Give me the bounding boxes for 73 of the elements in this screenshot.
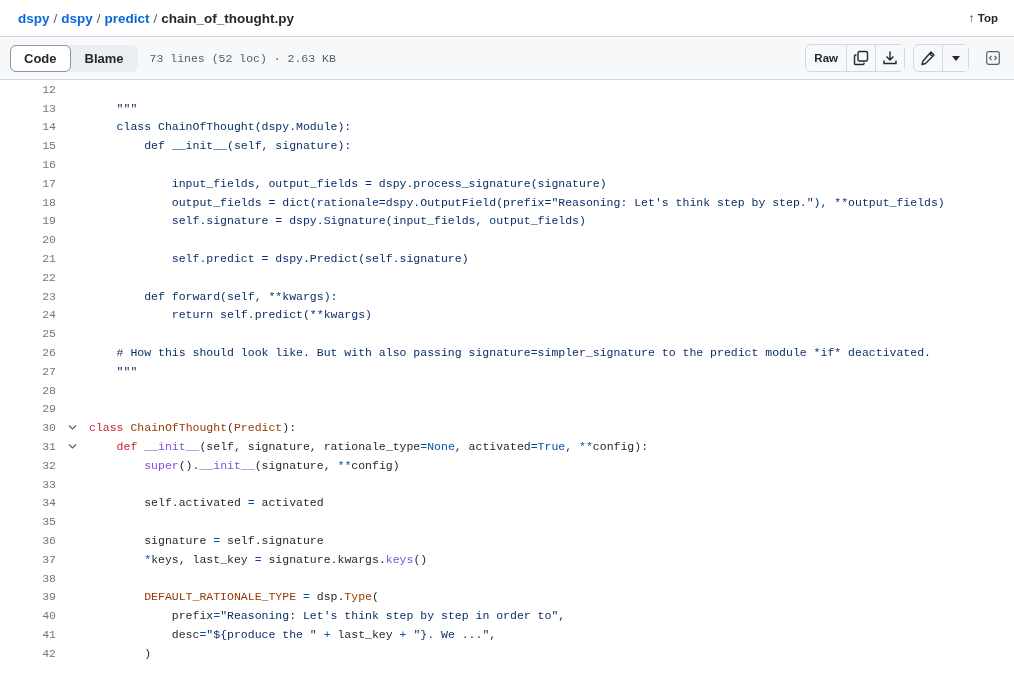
line-number: 32 xyxy=(41,458,56,472)
line-number: 16 xyxy=(41,158,56,172)
code-line: self.predict = dspy.Predict(self.signature) xyxy=(170,252,469,266)
line-number: 41 xyxy=(41,628,56,641)
code-line: def __init__(self, signature): xyxy=(143,139,352,153)
line-number: 40 xyxy=(41,609,56,623)
breadcrumb-separator: / xyxy=(153,10,158,26)
line-number: 15 xyxy=(41,139,56,153)
line-number: 35 xyxy=(41,515,56,529)
line-number: 42 xyxy=(41,646,56,660)
line-number: 39 xyxy=(41,590,56,604)
code-line: return self.predict(**kwargs) xyxy=(170,308,372,322)
caret-icon xyxy=(951,55,960,61)
code-line: """ xyxy=(115,364,138,378)
line-number: 29 xyxy=(41,402,56,416)
tab[interactable]: Blame xyxy=(70,44,138,72)
line-number: 17 xyxy=(41,176,56,190)
download-button[interactable] xyxy=(875,45,904,71)
code-line: ) xyxy=(143,646,152,660)
line-number: 33 xyxy=(41,477,56,491)
line-number: 21 xyxy=(41,252,56,266)
code-line: def __init__(self, signature, rationale_type=None, activated=True, **config): xyxy=(115,440,649,454)
breadcrumb-link[interactable]: predict xyxy=(104,10,150,26)
code-line: self.activated = activated xyxy=(143,496,324,510)
line-number: 31 xyxy=(41,440,56,454)
code-line: desc="${produce the " + last_key + "}. We ...", xyxy=(170,628,497,641)
line-number: 37 xyxy=(41,552,56,566)
pencil-icon xyxy=(920,50,936,66)
symbols-button[interactable] xyxy=(983,48,1003,68)
line-number: 30 xyxy=(41,421,56,435)
line-number: 20 xyxy=(41,233,56,247)
code-square-icon xyxy=(986,51,1000,65)
copy-icon xyxy=(853,50,869,66)
code-line: # How this should look like. But with also passing signature=simpler_signature to the predict module *if* deactivated. xyxy=(115,346,931,360)
line-number: 24 xyxy=(41,308,56,322)
breadcrumb-link[interactable]: dspy xyxy=(61,10,93,26)
code-line: self.signature = dspy.Signature(input_fields, output_fields) xyxy=(170,214,586,228)
file-name: chain_of_thought.py xyxy=(161,10,295,26)
line-number: 22 xyxy=(41,270,56,284)
line-number: 14 xyxy=(41,120,56,134)
line-number: 18 xyxy=(41,195,56,209)
line-number: 23 xyxy=(41,289,56,303)
code-line: class ChainOfThought(Predict): xyxy=(89,421,297,435)
code-line: signature = self.signature xyxy=(143,534,324,547)
line-number: 26 xyxy=(41,346,56,360)
line-number: 25 xyxy=(41,327,56,341)
code-line: class ChainOfThought(dspy.Module): xyxy=(115,120,352,134)
line-number: 28 xyxy=(41,383,56,397)
code-line: def forward(self, **kwargs): xyxy=(143,289,338,303)
line-number: 27 xyxy=(41,364,56,378)
breadcrumb-link[interactable]: dspy xyxy=(18,10,50,26)
top-link[interactable]: ↑ Top xyxy=(968,12,998,24)
code-line: input_fields, output_fields = dspy.process_signature(signature) xyxy=(170,176,607,190)
code-line: super().__init__(signature, **config) xyxy=(143,458,400,472)
code-line: output_fields = dict(rationale=dspy.OutputField(prefix="Reasoning: Let's think step by step."), **output_fields) xyxy=(170,195,945,209)
line-number: 12 xyxy=(41,82,56,96)
code-line: """ xyxy=(115,101,138,115)
code-line: DEFAULT_RATIONALE_TYPE = dsp.Type( xyxy=(143,590,379,604)
download-icon xyxy=(882,50,898,66)
code-line: prefix="Reasoning: Let's think step by step in order to", xyxy=(170,609,566,623)
breadcrumb-separator: / xyxy=(96,10,101,26)
line-number: 19 xyxy=(41,214,56,228)
line-number: 13 xyxy=(41,101,56,115)
breadcrumb-separator: / xyxy=(53,10,58,26)
file-info: 73 lines (52 loc) · 2.63 KB xyxy=(149,51,336,65)
more-edit-button[interactable] xyxy=(942,45,968,71)
code-line: *keys, last_key = signature.kwargs.keys() xyxy=(143,552,428,566)
chevron-icon[interactable] xyxy=(68,423,77,433)
tab[interactable]: Code xyxy=(10,44,71,72)
line-number: 34 xyxy=(41,496,56,510)
chevron-icon[interactable] xyxy=(68,442,77,452)
line-number: 38 xyxy=(41,571,56,585)
line-number: 36 xyxy=(41,534,56,547)
